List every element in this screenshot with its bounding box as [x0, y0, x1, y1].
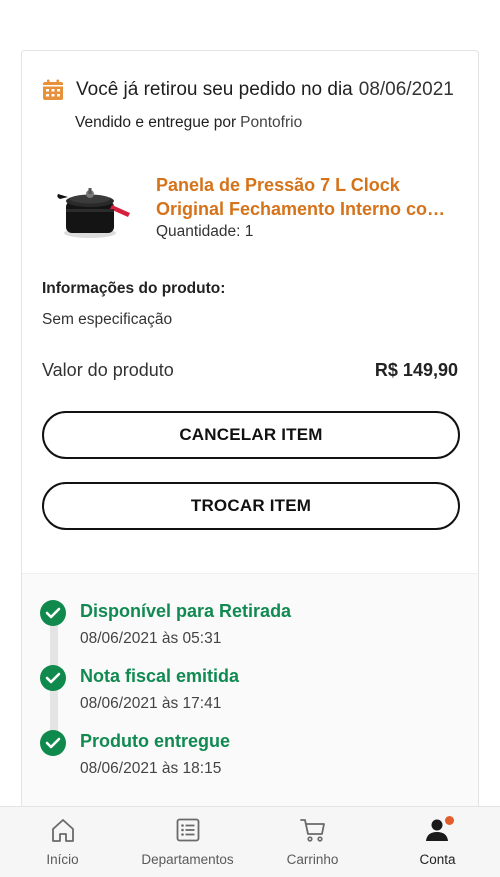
timeline-step-time: 08/06/2021 às 18:15: [80, 760, 222, 777]
product-title[interactable]: Panela de Pressão 7 L Clock Original Fec…: [156, 173, 460, 221]
check-circle-icon: [40, 730, 66, 756]
timeline-step-title: Produto entregue: [80, 731, 231, 751]
nav-label: Carrinho: [286, 852, 339, 867]
price-row: Valor do produto R$ 149,90: [42, 360, 458, 381]
product-image[interactable]: [54, 179, 134, 241]
calendar-icon: [42, 79, 64, 101]
check-circle-icon: [40, 600, 66, 626]
product-info-label: Informações do produto:: [42, 280, 226, 297]
timeline-step: Produto entregue 08/06/2021 às 18:15: [40, 730, 458, 780]
order-header: Você já retirou seu pedido no dia 08/06/…: [42, 79, 458, 132]
home-icon: [49, 816, 77, 844]
nav-item-cart[interactable]: Carrinho: [250, 807, 375, 877]
nav-label: Início: [46, 852, 79, 867]
price-value: R$ 149,90: [374, 360, 458, 380]
notification-dot: [444, 816, 454, 825]
bottom-navigation: Início Departamentos Carrinho Conta: [0, 806, 500, 877]
list-icon: [174, 816, 202, 844]
order-status: Você já retirou seu pedido no dia 08/06/…: [42, 79, 458, 101]
nav-item-departments[interactable]: Departamentos: [125, 807, 250, 877]
seller-info: Vendido e entregue por Pontofrio: [75, 114, 458, 132]
nav-item-account[interactable]: Conta: [375, 807, 500, 877]
timeline-step: Nota fiscal emitida 08/06/2021 às 17:41: [40, 665, 458, 715]
user-icon: [424, 816, 454, 844]
nav-item-home[interactable]: Início: [0, 807, 125, 877]
order-card: Você já retirou seu pedido no dia 08/06/…: [21, 50, 479, 810]
timeline-step-time: 08/06/2021 às 05:31: [80, 630, 222, 647]
cart-icon: [299, 816, 327, 844]
cancel-item-button[interactable]: CANCELAR ITEM: [42, 411, 460, 459]
status-text: Você já retirou seu pedido no dia: [76, 79, 353, 100]
seller-name: Pontofrio: [240, 114, 303, 131]
nav-label: Departamentos: [141, 852, 234, 867]
product-quantity: Quantidade: 1: [156, 223, 254, 240]
timeline-step-time: 08/06/2021 às 17:41: [80, 695, 222, 712]
check-circle-icon: [40, 665, 66, 691]
product-title-line-1: Panela de Pressão 7 L Clock: [156, 175, 400, 195]
trade-item-button[interactable]: TROCAR ITEM: [42, 482, 460, 530]
price-label: Valor do produto: [42, 360, 174, 380]
product-info-value: Sem especificação: [42, 311, 173, 328]
seller-prefix: Vendido e entregue por: [75, 114, 237, 131]
product-title-line-2: Original Fechamento Interno com ...: [156, 199, 460, 219]
timeline-step: Disponível para Retirada 08/06/2021 às 0…: [40, 600, 458, 650]
nav-label: Conta: [419, 852, 456, 867]
product-item[interactable]: Panela de Pressão 7 L Clock Original Fec…: [54, 173, 460, 253]
status-date: 08/06/2021: [358, 79, 454, 100]
timeline-step-title: Disponível para Retirada: [80, 601, 292, 621]
timeline-step-title: Nota fiscal emitida: [80, 666, 240, 686]
